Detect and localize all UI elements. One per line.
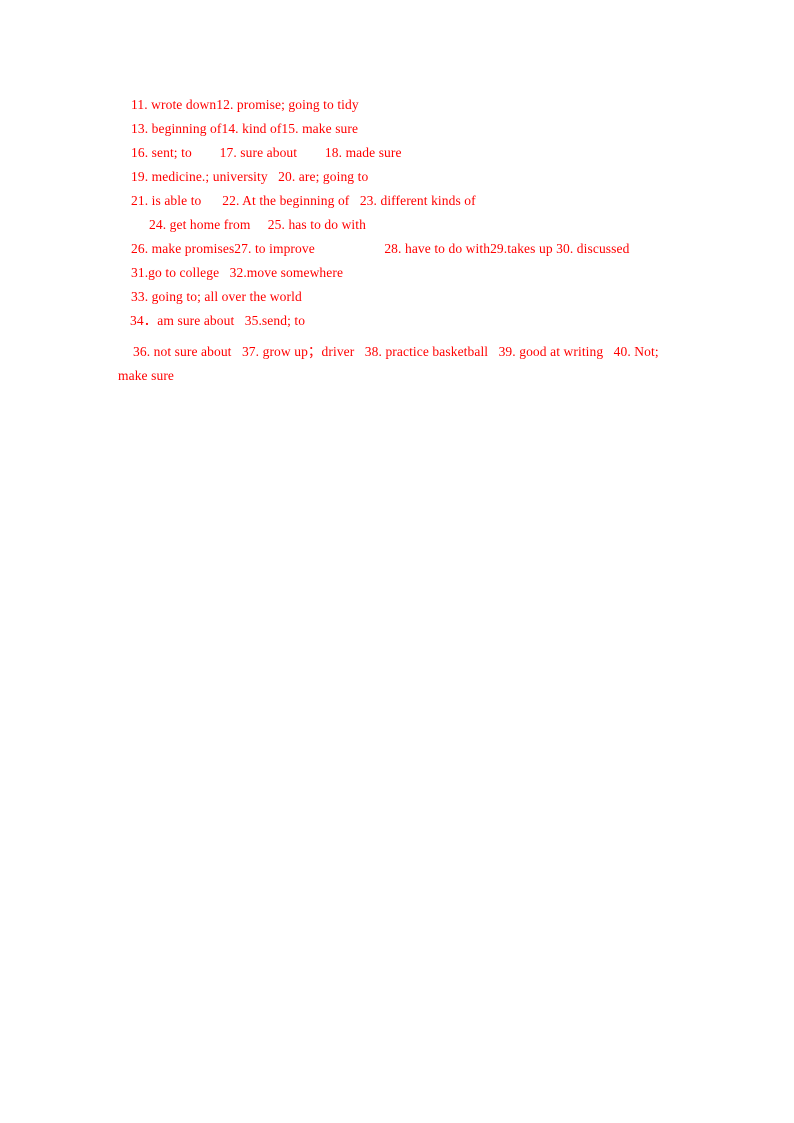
- answer-line-31-32: 31.go to college 32.move somewhere: [131, 265, 344, 280]
- answer-line-16-18: 16. sent; to 17. sure about 18. made sur…: [131, 145, 402, 160]
- answer-line-34-35: 34．am sure about 35.send; to: [130, 313, 306, 328]
- answer-line-11-12: 11. wrote down12. promise; going to tidy: [131, 97, 359, 112]
- answer-line-24-25: 24. get home from 25. has to do with: [149, 217, 366, 232]
- answer-line-40-continuation: make sure: [118, 368, 175, 383]
- answer-line-33: 33. going to; all over the world: [131, 289, 302, 304]
- answer-line-13-15: 13. beginning of14. kind of15. make sure: [131, 121, 359, 136]
- answer-key-list: 11. wrote down12. promise; going to tidy…: [118, 93, 690, 388]
- answer-line-26-30: 26. make promises27. to improve 28. have…: [131, 241, 630, 256]
- answer-line-21-23: 21. is able to 22. At the beginning of 2…: [131, 193, 476, 208]
- answer-line-19-20: 19. medicine.; university 20. are; going…: [131, 169, 369, 184]
- answer-line-36-40: 36. not sure about 37. grow up；driver 38…: [133, 344, 659, 359]
- document-page: 11. wrote down12. promise; going to tidy…: [0, 0, 794, 1123]
